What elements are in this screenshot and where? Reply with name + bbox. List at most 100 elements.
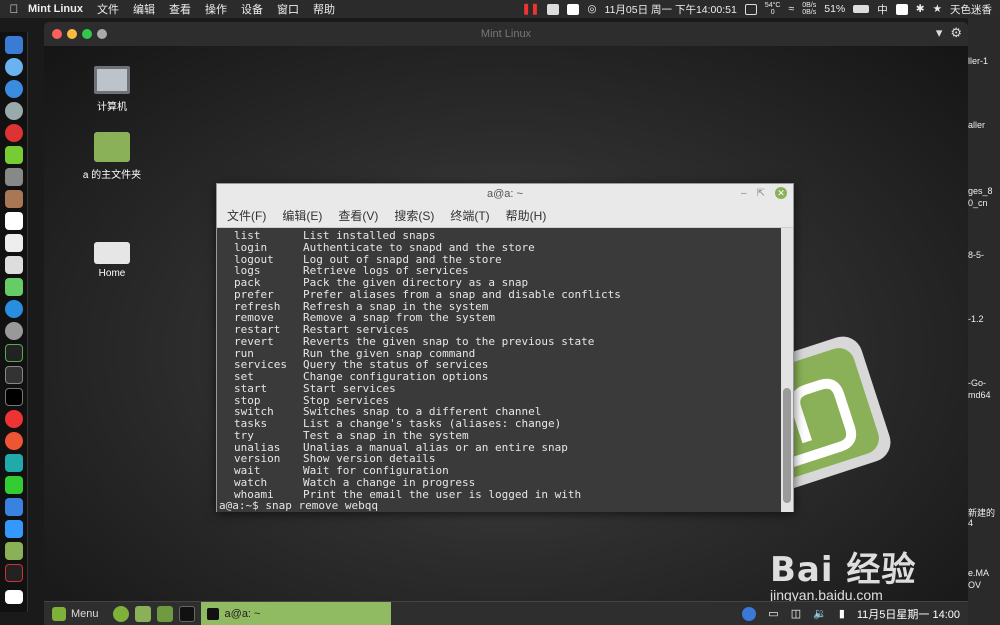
- file-icon[interactable]: [5, 590, 23, 604]
- window-icon[interactable]: [744, 3, 757, 15]
- wechat-icon[interactable]: [5, 476, 23, 494]
- menu-edit[interactable]: 编辑: [133, 1, 155, 17]
- safari-icon[interactable]: [5, 80, 23, 98]
- host-file-label[interactable]: md64: [968, 390, 991, 400]
- terminal-scrollbar[interactable]: [781, 228, 793, 512]
- c-app-icon[interactable]: [567, 3, 580, 15]
- terminal-icon[interactable]: [5, 388, 23, 406]
- storage-icon[interactable]: ▮: [839, 607, 845, 620]
- maps-icon[interactable]: [5, 278, 23, 296]
- vm-titlebar[interactable]: Mint Linux ▾ ⚙: [44, 22, 968, 46]
- files-icon[interactable]: [134, 605, 151, 622]
- menu-device[interactable]: 设备: [241, 1, 263, 17]
- volume-icon[interactable]: 🔉: [813, 607, 827, 620]
- terminal-menu-edit[interactable]: 编辑(E): [282, 207, 322, 224]
- host-file-label[interactable]: 8-5-: [968, 250, 984, 260]
- finder-icon[interactable]: [5, 36, 23, 54]
- desktop-icon-home-drive[interactable]: Home: [67, 242, 157, 279]
- rocket-icon[interactable]: [5, 102, 23, 120]
- baidu-disk-icon[interactable]: [5, 498, 23, 516]
- watermark-brand: Bai 经验: [770, 550, 917, 590]
- launchpad-icon[interactable]: [5, 58, 23, 76]
- command-name: list: [234, 229, 261, 242]
- command-description: Restart services: [303, 323, 409, 336]
- shield-icon[interactable]: [742, 606, 757, 621]
- terminal-menu-view[interactable]: 查看(V): [338, 207, 378, 224]
- host-file-label[interactable]: 4: [968, 518, 973, 528]
- gear-icon[interactable]: ⚙: [950, 25, 962, 41]
- command-name: restart: [234, 323, 281, 336]
- app-teal-icon[interactable]: [5, 454, 23, 472]
- weibo-icon[interactable]: [5, 432, 23, 450]
- host-file-label[interactable]: -1.2: [968, 314, 984, 324]
- mint-panel: Menu a@a: ~ ▭ ◫ 🔉 ▮ 11月5日星期一 14:00: [44, 601, 968, 625]
- host-file-label[interactable]: aller: [968, 120, 985, 130]
- s-app-icon[interactable]: [895, 3, 908, 15]
- appstore-icon[interactable]: [5, 300, 23, 318]
- globe-icon[interactable]: ◎: [587, 3, 596, 15]
- taskbar-terminal-item[interactable]: a@a: ~: [200, 601, 391, 625]
- close-icon[interactable]: ✕: [775, 187, 787, 199]
- scrollbar-thumb[interactable]: [783, 388, 791, 503]
- vm-console-icon[interactable]: [5, 564, 23, 582]
- panel-clock[interactable]: 11月5日星期一 14:00: [857, 606, 960, 622]
- desktop-icon-computer[interactable]: 计算机: [67, 66, 157, 113]
- app-blue-icon[interactable]: [5, 520, 23, 538]
- square-icon[interactable]: [547, 3, 560, 15]
- terminal-menu-help[interactable]: 帮助(H): [506, 207, 547, 224]
- activity-icon[interactable]: [5, 344, 23, 362]
- wifi-icon[interactable]: ≈: [788, 3, 794, 15]
- terminal-menu-file[interactable]: 文件(F): [227, 207, 266, 224]
- vivaldi-icon[interactable]: [5, 410, 23, 428]
- host-file-label[interactable]: -Go-: [968, 378, 986, 388]
- app-red-icon[interactable]: [5, 124, 23, 142]
- battery-percent: 51%: [824, 3, 846, 15]
- menu-view[interactable]: 查看: [169, 1, 191, 17]
- command-description: Watch a change in progress: [303, 475, 476, 489]
- app-brown-icon[interactable]: [5, 190, 23, 208]
- terminal-menu-search[interactable]: 搜索(S): [394, 207, 434, 224]
- menu-action[interactable]: 操作: [205, 1, 227, 17]
- minimize-icon[interactable]: –: [741, 188, 747, 199]
- battery-icon[interactable]: [853, 5, 870, 13]
- android-icon[interactable]: [5, 146, 23, 164]
- dropdown-icon[interactable]: ▾: [936, 25, 943, 41]
- show-desktop-icon[interactable]: [112, 605, 129, 622]
- menu-help[interactable]: 帮助: [313, 1, 335, 17]
- desktop-icon-home-folder[interactable]: a 的主文件夹: [67, 132, 157, 181]
- display-icon[interactable]: ▭: [768, 607, 778, 620]
- terminal-output[interactable]: list List installed snaps login Authenticat…: [217, 228, 783, 512]
- menubar-datetime[interactable]: 11月05日 周一 下午14:00:51: [605, 2, 737, 17]
- folder-launcher-icon[interactable]: [156, 605, 173, 622]
- network-icon[interactable]: ◫: [791, 607, 801, 620]
- apple-icon[interactable]: : [0, 2, 28, 16]
- mint-menu-button[interactable]: Menu: [44, 606, 107, 621]
- terminal-prompt-line[interactable]: a@a:~$ snap remove webqq: [219, 499, 783, 512]
- terminal-titlebar[interactable]: a@a: ~ – ⇱ ✕: [217, 184, 793, 204]
- host-file-label[interactable]: e.MA: [968, 568, 989, 578]
- settings-icon[interactable]: [5, 322, 23, 340]
- host-file-label[interactable]: ges_8: [968, 186, 993, 196]
- menu-file[interactable]: 文件: [97, 1, 119, 17]
- host-file-label[interactable]: OV: [968, 580, 981, 590]
- pause-icon[interactable]: ❚❚: [522, 3, 540, 15]
- host-file-label[interactable]: ller-1: [968, 56, 988, 66]
- app-name[interactable]: Mint Linux: [28, 3, 83, 15]
- input-method[interactable]: 中: [877, 2, 888, 17]
- console-icon[interactable]: [5, 366, 23, 384]
- terminal-menu-terminal[interactable]: 终端(T): [450, 207, 489, 224]
- menu-window[interactable]: 窗口: [277, 1, 299, 17]
- mint-vm-icon[interactable]: [5, 542, 23, 560]
- host-file-label[interactable]: 0_cn: [968, 198, 988, 208]
- star-icon[interactable]: ★: [933, 3, 942, 15]
- menubar-user[interactable]: 天色迷香: [950, 2, 992, 17]
- app-gray-icon[interactable]: [5, 168, 23, 186]
- maximize-icon[interactable]: ⇱: [757, 188, 765, 199]
- command-name: tasks: [234, 417, 268, 430]
- bluetooth-icon[interactable]: ✱: [916, 3, 925, 15]
- terminal-line: list List installed snaps: [219, 230, 783, 242]
- document-icon[interactable]: [5, 256, 23, 274]
- notes-icon[interactable]: [5, 234, 23, 252]
- terminal-launcher-icon[interactable]: [178, 605, 195, 622]
- calendar-icon[interactable]: [5, 212, 23, 230]
